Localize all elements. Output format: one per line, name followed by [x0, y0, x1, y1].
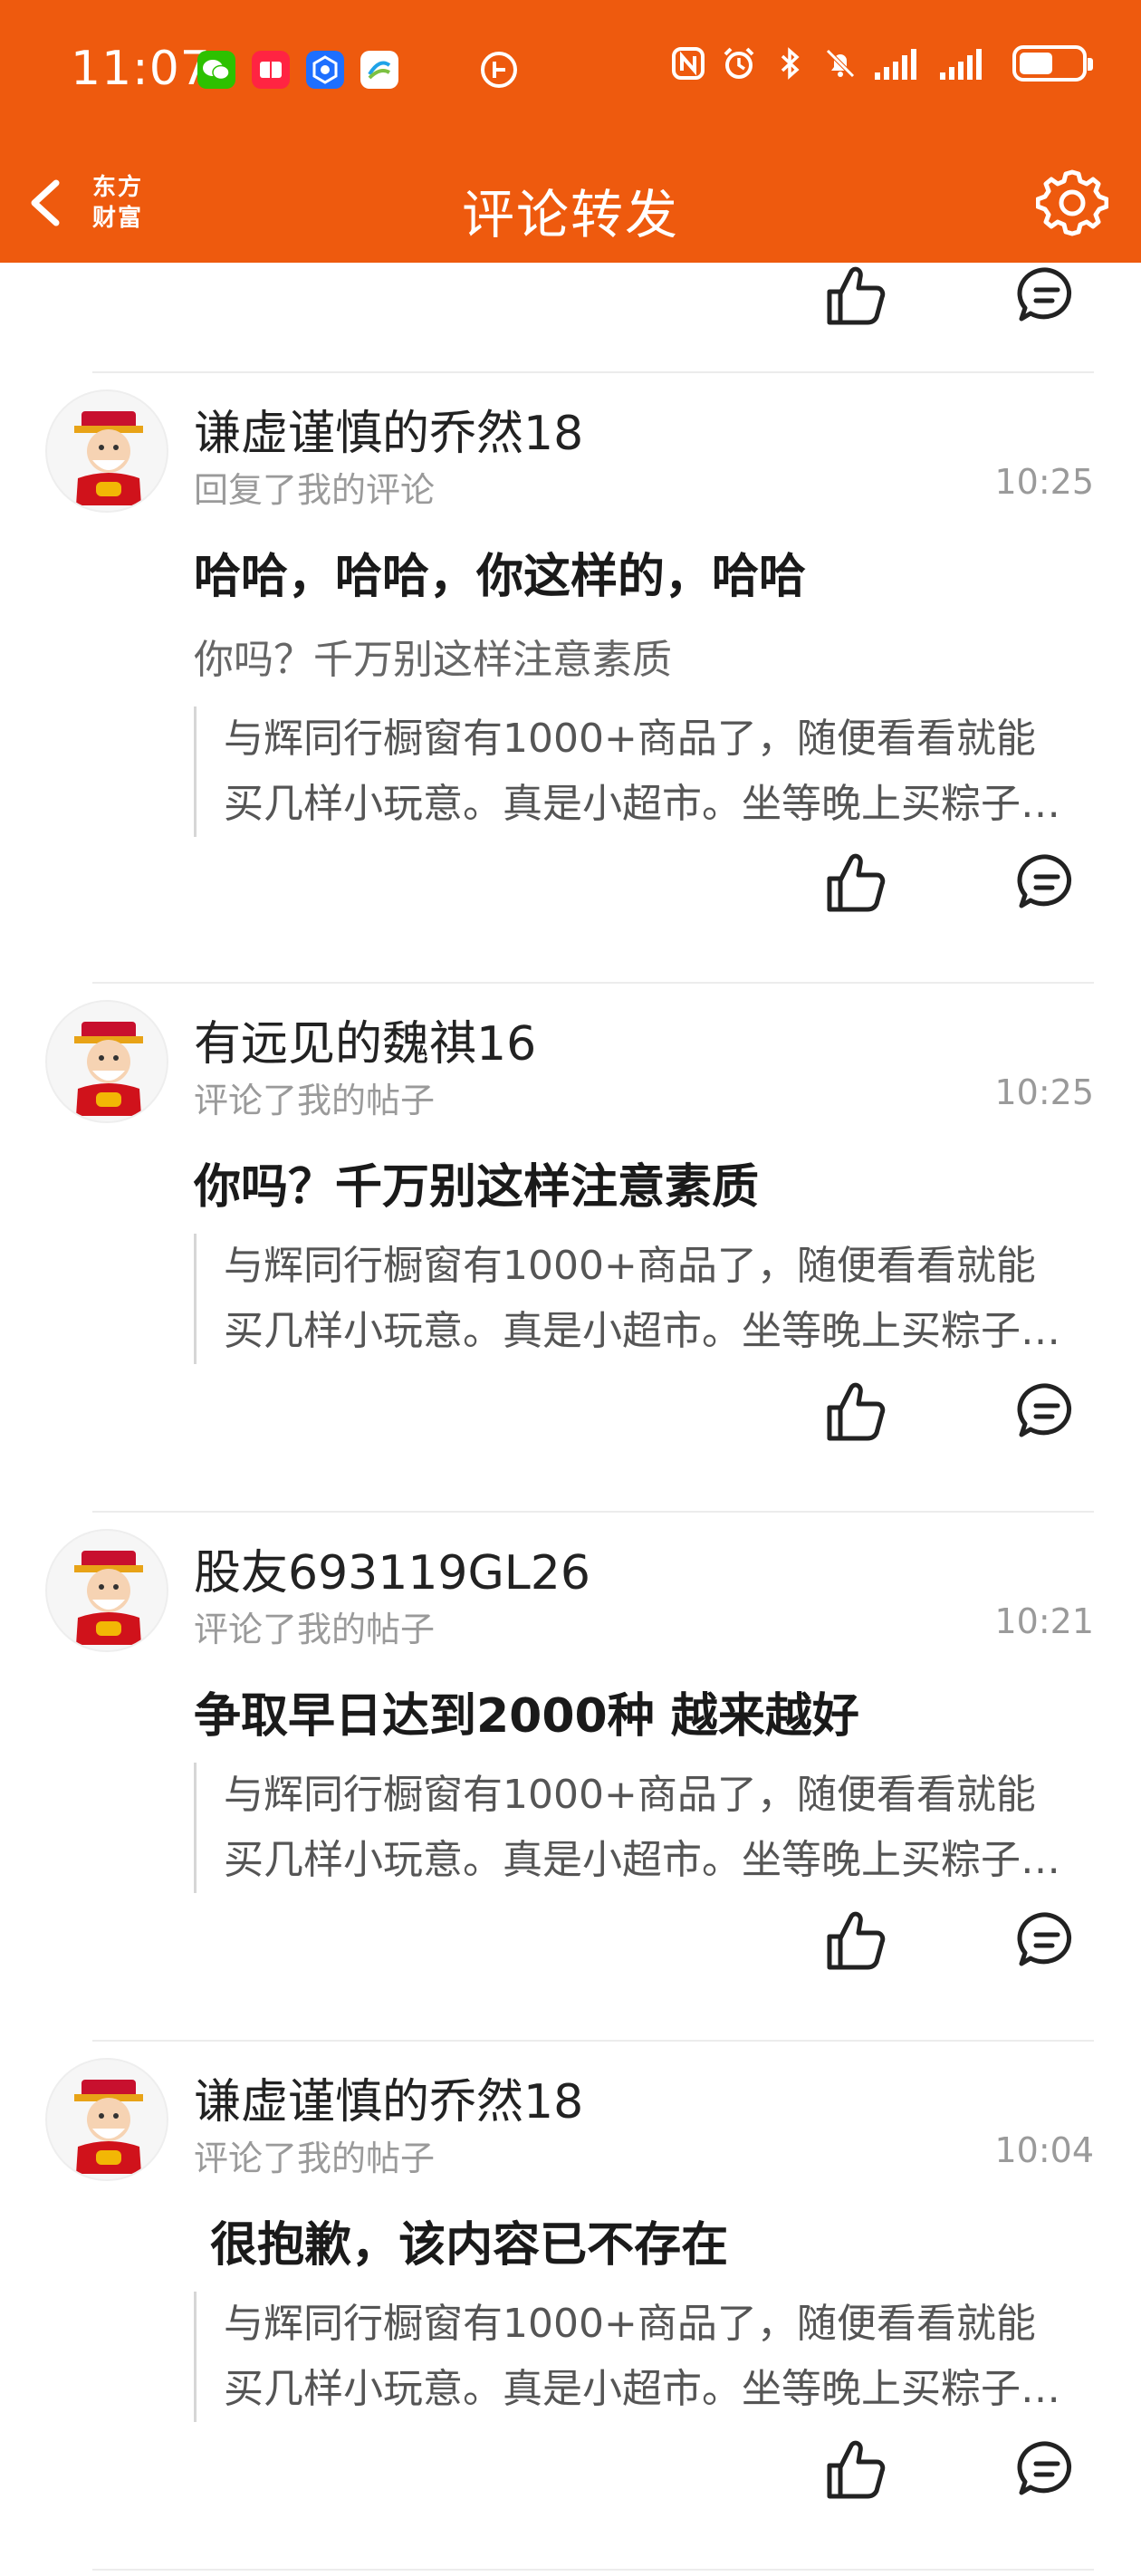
original-post-quote[interactable]: 与辉同行橱窗有1000+商品了，随便看看就能 买几样小玩意。真是小超市。坐等晚上… [194, 706, 1072, 837]
avatar[interactable] [45, 1529, 168, 1652]
action-text: 评论了我的帖子 [194, 1610, 436, 1649]
original-post-quote[interactable]: 与辉同行橱窗有1000+商品了，随便看看就能 买几样小玩意。真是小超市。坐等晚上… [194, 1763, 1072, 1893]
timestamp: 10:04 [994, 2130, 1094, 2170]
china-mobile-icon [360, 51, 398, 89]
status-app-icons [197, 51, 398, 89]
avatar[interactable] [45, 2058, 168, 2181]
avatar[interactable] [45, 1000, 168, 1123]
app-header: 东方 财富 评论转发 [0, 143, 1141, 263]
battery-icon [1012, 45, 1093, 82]
action-text: 评论了我的帖子 [194, 2139, 436, 2178]
avatar[interactable] [45, 389, 168, 513]
wechat-icon [197, 51, 235, 89]
like-icon[interactable] [822, 2437, 887, 2502]
divider [92, 2040, 1094, 2042]
divider [92, 2569, 1094, 2571]
comment-icon[interactable] [1014, 2437, 1079, 2502]
bluetooth-icon [781, 47, 800, 80]
comment-text: 你吗？千万别这样注意素质 [194, 1160, 760, 1215]
status-bar: 11:07 [0, 0, 1141, 143]
caishen-avatar-icon [74, 2080, 143, 2174]
username[interactable]: 股友693119GL26 [194, 1534, 590, 1602]
data-saver-icon [481, 52, 517, 88]
status-time: 11:07 [71, 42, 211, 96]
page-title: 评论转发 [461, 184, 679, 245]
quoted-comment: 你吗？千万别这样注意素质 [194, 637, 672, 683]
nfc-icon [672, 47, 705, 80]
divider [92, 982, 1094, 984]
blue-app-icon [306, 51, 344, 89]
timestamp: 10:25 [994, 1072, 1094, 1112]
action-text: 评论了我的帖子 [194, 1081, 436, 1120]
like-icon[interactable] [822, 1908, 887, 1973]
comment-text: 很抱歉，该内容已不存在 [194, 2218, 729, 2273]
signal-1-icon [875, 49, 916, 80]
gear-icon[interactable] [1036, 167, 1108, 239]
comment-icon[interactable] [1014, 1908, 1079, 1973]
battery-level [1020, 53, 1052, 74]
timestamp: 10:21 [994, 1601, 1094, 1641]
original-post-quote[interactable]: 与辉同行橱窗有1000+商品了，随便看看就能 买几样小玩意。真是小超市。坐等晚上… [194, 2292, 1072, 2422]
divider [92, 1511, 1094, 1513]
comment-text: 争取早日达到2000种 越来越好 [194, 1689, 859, 1744]
alarm-icon [724, 47, 754, 79]
comment-icon[interactable] [1014, 850, 1079, 915]
like-icon[interactable] [822, 850, 887, 915]
action-text: 回复了我的评论 [194, 470, 436, 510]
timestamp: 10:25 [994, 462, 1094, 502]
status-right-icons [670, 45, 1093, 82]
like-icon[interactable] [822, 263, 887, 328]
comment-icon[interactable] [1014, 263, 1079, 328]
caishen-avatar-icon [74, 1551, 143, 1645]
username[interactable]: 有远见的魏祺16 [194, 1005, 536, 1073]
caishen-avatar-icon [74, 1022, 143, 1116]
signal-2-icon [940, 49, 982, 80]
like-icon[interactable] [822, 1379, 887, 1444]
comment-icon[interactable] [1014, 1379, 1079, 1444]
caishen-avatar-icon [74, 411, 143, 505]
original-post-quote[interactable]: 与辉同行橱窗有1000+商品了，随便看看就能 买几样小玩意。真是小超市。坐等晚上… [194, 1234, 1072, 1364]
red-app-icon [252, 51, 290, 89]
mute-icon [826, 49, 855, 78]
divider [92, 371, 1094, 373]
username[interactable]: 谦虚谨慎的乔然18 [194, 2063, 583, 2131]
reply-text: 哈哈，哈哈，你这样的，哈哈 [194, 550, 807, 604]
username[interactable]: 谦虚谨慎的乔然18 [194, 395, 583, 463]
